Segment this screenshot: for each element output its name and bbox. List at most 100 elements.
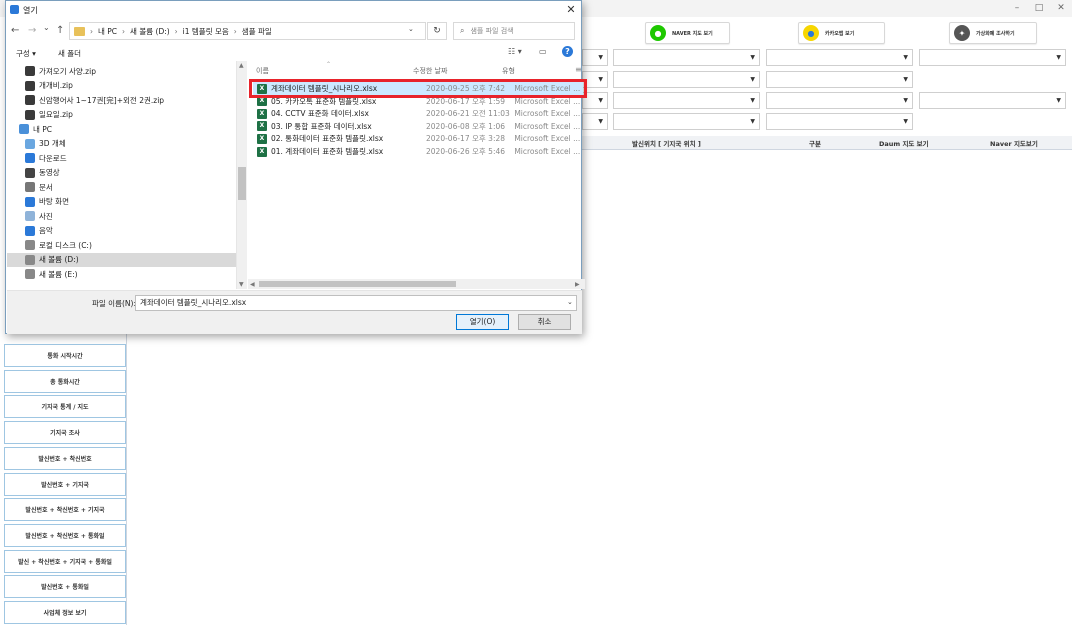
filter-dropdown[interactable]: ▼ <box>766 49 913 66</box>
nav-item[interactable]: 개개비.zip <box>7 79 237 93</box>
chevron-down-icon[interactable]: ⌄ <box>408 25 414 33</box>
chevron-down-icon: ▼ <box>598 76 603 83</box>
sidebar-button[interactable]: 발신번호 + 착신번호 <box>4 447 126 470</box>
column-header-date[interactable]: 수정한 날짜 <box>413 66 447 76</box>
file-row[interactable]: X 04. CCTV 표준화 데이터.xlsx 2020-06-21 오전 11:0… <box>253 107 583 120</box>
column-header[interactable]: 구분 <box>809 138 821 148</box>
search-input[interactable]: ⌕ 샘플 파일 검색 <box>453 22 575 40</box>
scroll-left-icon[interactable]: ◀ <box>250 281 255 288</box>
filter-dropdown[interactable]: ▼ <box>919 92 1066 109</box>
nav-item[interactable]: 신암행어사 1~17권[完]+외전 2권.zip <box>7 93 237 107</box>
crypto-button[interactable]: ✦ 가상화폐 조사하기 <box>949 22 1037 44</box>
forward-arrow-icon[interactable]: → <box>28 25 36 36</box>
help-icon[interactable]: ? <box>562 46 573 57</box>
excel-file-icon: X <box>257 121 267 132</box>
file-row[interactable]: X 03. IP 통합 표준화 데이터.xlsx 2020-06-08 오후 1:0… <box>253 120 583 133</box>
sidebar-button[interactable]: 사업체 정보 보기 <box>4 601 126 624</box>
refresh-icon[interactable]: ↻ <box>427 22 447 40</box>
dialog-title: 열기 <box>23 6 38 15</box>
scroll-right-icon[interactable]: ▶ <box>575 281 580 288</box>
nav-item[interactable]: 내 PC <box>7 122 237 136</box>
naver-map-button[interactable]: ● NAVER 지도 보기 <box>645 22 730 44</box>
window-controls: – □ ✕ <box>1006 0 1072 17</box>
nav-item[interactable]: 음악 <box>7 224 237 238</box>
sidebar-button[interactable]: 통화 시작시간 <box>4 344 126 367</box>
horizontal-scrollbar-thumb[interactable] <box>259 281 456 287</box>
column-header[interactable]: Daum 지도 보기 <box>879 138 929 148</box>
preview-pane-icon[interactable]: ▭ <box>539 47 547 56</box>
view-options-icon[interactable]: ☷ ▾ <box>508 47 522 56</box>
nav-item[interactable]: 일요일.zip <box>7 108 237 122</box>
app-root: – □ ✕ ● NAVER 지도 보기 ● 카카오맵 보기 ✦ 가상화폐 조사하… <box>0 0 1072 625</box>
sidebar-button[interactable]: 총 통화시간 <box>4 370 126 393</box>
nav-item-label: 내 PC <box>33 124 53 134</box>
address-bar[interactable]: › 내 PC › 새 볼륨 (D:) › i1 템플릿 모음 › 샘플 파일 <box>69 22 426 40</box>
sidebar-button[interactable]: 발신번호 + 착신번호 + 기지국 <box>4 498 126 521</box>
sidebar-button[interactable]: 기지국 통계 / 지도 <box>4 395 126 418</box>
zip-icon <box>25 66 35 76</box>
column-header[interactable]: 발신위치 [ 기지국 위치 ] <box>632 138 701 148</box>
filter-dropdown[interactable]: ▼ <box>766 113 913 130</box>
nav-item-label: 사진 <box>39 211 53 221</box>
sidebar-button[interactable]: 발신번호 + 착신번호 + 통화일 <box>4 524 126 547</box>
kakao-map-button[interactable]: ● 카카오맵 보기 <box>798 22 885 44</box>
search-placeholder: 샘플 파일 검색 <box>470 27 514 35</box>
nav-item[interactable]: 3D 개체 <box>7 137 237 151</box>
nav-item[interactable]: 가져오기 사양.zip <box>7 64 237 78</box>
column-header-name[interactable]: 이름 <box>256 66 269 76</box>
breadcrumb-item[interactable]: i1 템플릿 모음 <box>183 26 229 37</box>
file-date: 2020-06-17 오후 3:28 <box>426 134 506 144</box>
nav-item[interactable]: 다운로드 <box>7 151 237 165</box>
chevron-down-icon: ▼ <box>598 118 603 125</box>
open-button[interactable]: 열기(O) <box>456 314 509 330</box>
column-more-icon[interactable]: ≡ <box>575 65 582 74</box>
nav-item[interactable]: 사진 <box>7 209 237 223</box>
filter-dropdown[interactable]: ▼ <box>582 113 608 130</box>
nav-item[interactable]: 새 볼륨 (E:) <box>7 267 237 281</box>
organize-button[interactable]: 구성 ▾ <box>16 48 36 59</box>
scroll-down-icon[interactable]: ▼ <box>239 281 244 288</box>
sidebar-button[interactable]: 발신번호 + 통화일 <box>4 575 126 598</box>
up-arrow-icon[interactable]: ↑ <box>56 25 64 36</box>
filter-dropdown[interactable]: ▼ <box>766 92 913 109</box>
breadcrumb-item[interactable]: 샘플 파일 <box>242 26 272 37</box>
filter-dropdown[interactable]: ▼ <box>766 71 913 88</box>
download-icon <box>25 153 35 163</box>
close-icon[interactable]: ✕ <box>562 2 580 18</box>
minimize-button[interactable]: – <box>1006 0 1028 17</box>
file-row[interactable]: X 02. 통화데이터 표준화 템플릿.xlsx 2020-06-17 오후 3:2… <box>253 132 583 145</box>
sidebar-button[interactable]: 발신번호 + 기지국 <box>4 473 126 496</box>
filename-input[interactable]: 계좌데이터 템플릿_시나리오.xlsx <box>135 295 577 311</box>
column-header[interactable]: Naver 지도보기 <box>990 138 1038 148</box>
filter-dropdown[interactable]: ▼ <box>613 113 760 130</box>
table-header: 발신위치 [ 기지국 위치 ] 구분 Daum 지도 보기 Naver 지도보기 <box>582 136 1072 150</box>
sidebar-button[interactable]: 기지국 조사 <box>4 421 126 444</box>
file-row[interactable]: X 01. 계좌데이터 표준화 템플릿.xlsx 2020-06-26 오후 5:4… <box>253 145 583 158</box>
nav-item[interactable]: 새 볼륨 (D:) <box>7 252 237 267</box>
history-chevron-icon[interactable]: ⌄ <box>43 23 50 32</box>
nav-item-label: 신암행어사 1~17권[完]+외전 2권.zip <box>39 95 165 105</box>
close-window-button[interactable]: ✕ <box>1050 0 1072 17</box>
nav-item[interactable]: 문서 <box>7 180 237 194</box>
sidebar-button[interactable]: 발신 + 착신번호 + 기지국 + 통화일 <box>4 550 126 573</box>
chevron-down-icon[interactable]: ⌄ <box>567 298 573 306</box>
filter-dropdown[interactable]: ▼ <box>613 49 760 66</box>
nav-item[interactable]: 로컬 디스크 (C:) <box>7 238 237 252</box>
scroll-up-icon[interactable]: ▲ <box>239 62 244 69</box>
new-folder-button[interactable]: 새 폴더 <box>58 48 81 59</box>
nav-item[interactable]: 바탕 화면 <box>7 195 237 209</box>
column-header-type[interactable]: 유형 <box>502 66 515 76</box>
filter-dropdown[interactable]: ▼ <box>613 71 760 88</box>
file-type: Microsoft Excel ... <box>514 109 581 119</box>
back-arrow-icon[interactable]: ← <box>11 25 19 36</box>
nav-item[interactable]: 동영상 <box>7 166 237 180</box>
nav-scrollbar-thumb[interactable] <box>238 167 246 200</box>
breadcrumb-item[interactable]: 새 볼륨 (D:) <box>130 26 170 37</box>
breadcrumb-item[interactable]: 내 PC <box>98 26 117 37</box>
cancel-button[interactable]: 취소 <box>518 314 571 330</box>
filter-dropdown[interactable]: ▼ <box>582 49 608 66</box>
filter-dropdown[interactable]: ▼ <box>613 92 760 109</box>
naver-map-label: NAVER 지도 보기 <box>672 30 713 37</box>
filter-dropdown[interactable]: ▼ <box>919 49 1066 66</box>
maximize-button[interactable]: □ <box>1028 0 1050 17</box>
